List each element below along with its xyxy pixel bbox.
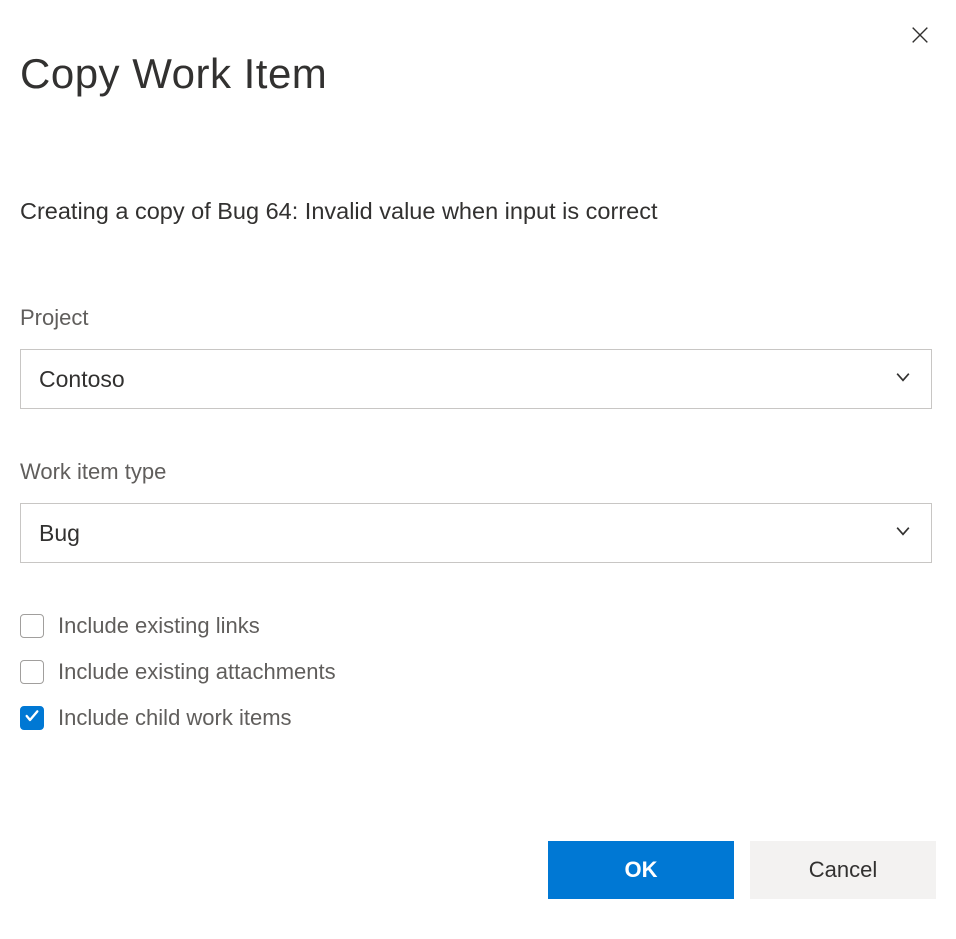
work-item-type-field-group: Work item type Bug bbox=[20, 459, 936, 563]
dialog-title: Copy Work Item bbox=[20, 50, 936, 98]
chevron-down-icon bbox=[893, 367, 913, 392]
work-item-type-dropdown[interactable]: Bug bbox=[20, 503, 932, 563]
dialog-subtitle: Creating a copy of Bug 64: Invalid value… bbox=[20, 198, 936, 225]
close-button[interactable] bbox=[906, 22, 934, 50]
ok-button[interactable]: OK bbox=[548, 841, 734, 899]
chevron-down-icon bbox=[893, 521, 913, 546]
include-links-checkbox[interactable] bbox=[20, 614, 44, 638]
include-attachments-label[interactable]: Include existing attachments bbox=[58, 659, 336, 685]
work-item-type-label: Work item type bbox=[20, 459, 936, 485]
work-item-type-value: Bug bbox=[39, 520, 80, 547]
project-value: Contoso bbox=[39, 366, 125, 393]
close-icon bbox=[909, 24, 931, 49]
include-children-checkbox[interactable] bbox=[20, 706, 44, 730]
include-children-row: Include child work items bbox=[20, 705, 936, 731]
project-dropdown[interactable]: Contoso bbox=[20, 349, 932, 409]
include-attachments-row: Include existing attachments bbox=[20, 659, 936, 685]
include-children-label[interactable]: Include child work items bbox=[58, 705, 292, 731]
check-icon bbox=[24, 708, 40, 729]
cancel-button[interactable]: Cancel bbox=[750, 841, 936, 899]
checkbox-group: Include existing links Include existing … bbox=[20, 613, 936, 731]
project-label: Project bbox=[20, 305, 936, 331]
include-links-row: Include existing links bbox=[20, 613, 936, 639]
button-row: OK Cancel bbox=[548, 841, 936, 899]
project-field-group: Project Contoso bbox=[20, 305, 936, 409]
include-links-label[interactable]: Include existing links bbox=[58, 613, 260, 639]
include-attachments-checkbox[interactable] bbox=[20, 660, 44, 684]
